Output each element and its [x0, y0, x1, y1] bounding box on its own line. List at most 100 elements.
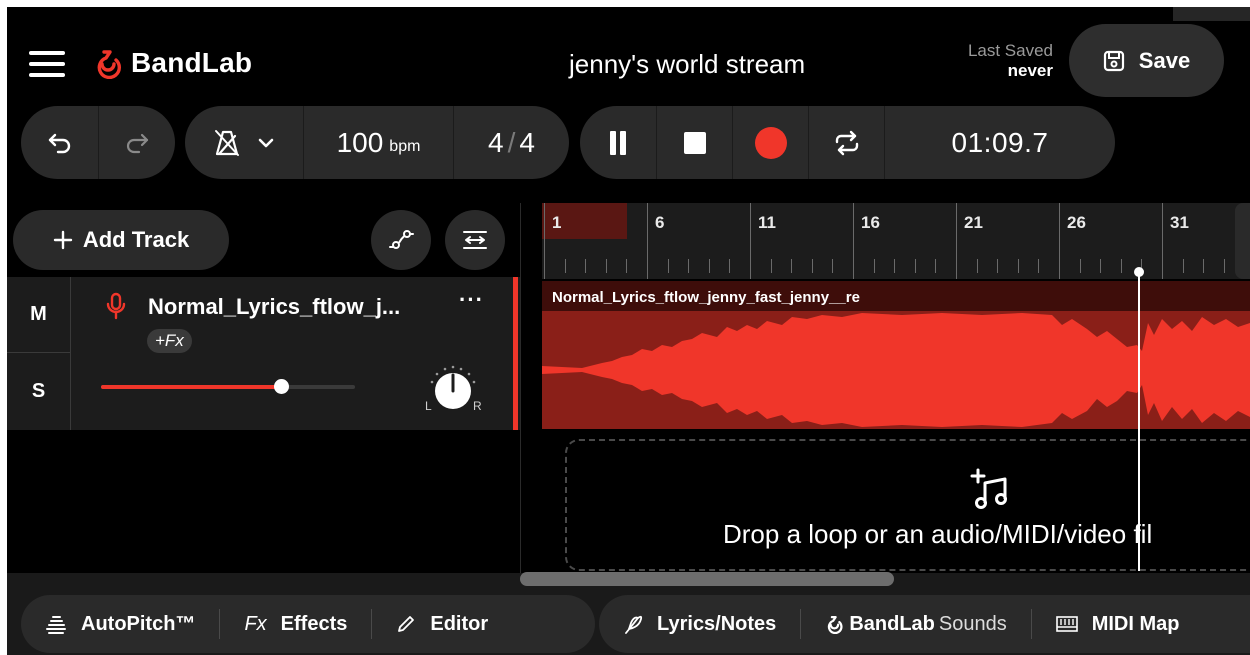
- hamburger-menu-icon[interactable]: [29, 51, 65, 77]
- clip-name: Normal_Lyrics_ftlow_jenny_fast_jenny__re: [552, 289, 860, 306]
- microphone-icon: [106, 292, 126, 320]
- record-button[interactable]: [732, 106, 808, 179]
- time-display: 01:09.7: [884, 106, 1115, 179]
- automation-button[interactable]: [371, 210, 431, 270]
- fit-width-icon: [463, 231, 487, 249]
- record-icon: [754, 126, 787, 159]
- brand-name: BandLab: [131, 47, 253, 78]
- automation-icon: [389, 230, 414, 249]
- effects-button[interactable]: Fx Effects: [220, 613, 371, 636]
- playhead[interactable]: [1138, 271, 1140, 571]
- pan-left-label: L: [425, 399, 432, 413]
- ruler-tick: [668, 259, 669, 273]
- track-header[interactable]: M S Normal_Lyrics_ftlow_j... ··· +Fx L R: [7, 277, 520, 430]
- save-button[interactable]: Save: [1069, 24, 1224, 97]
- bpm-unit: bpm: [389, 137, 421, 155]
- ruler-bar-number: 11: [758, 213, 776, 232]
- autopitch-button[interactable]: AutoPitch™: [21, 613, 219, 636]
- add-track-label: Add Track: [82, 227, 190, 252]
- ruler-tick: [709, 259, 710, 273]
- editor-label: Editor: [430, 612, 489, 635]
- ruler-tick: [791, 259, 792, 273]
- ruler-tick: [771, 259, 772, 273]
- ruler-scroll-tab[interactable]: [1235, 203, 1250, 279]
- sounds-brand-label: BandLab: [849, 612, 935, 635]
- drop-zone[interactable]: [565, 439, 1250, 571]
- pause-icon: [610, 130, 626, 155]
- tempo-controls: 100 bpm 4 / 4: [185, 106, 569, 179]
- autopitch-label: AutoPitch™: [81, 612, 196, 635]
- track-more-button[interactable]: ···: [459, 287, 484, 313]
- solo-button[interactable]: S: [7, 353, 71, 430]
- editor-button[interactable]: Editor: [372, 613, 512, 636]
- ruler-tick: [750, 259, 751, 273]
- add-music-note-icon: [970, 468, 1007, 509]
- ruler-bar-number: 21: [964, 213, 983, 232]
- timeline-ruler[interactable]: 1 6 11 16 21 26 31: [542, 203, 1250, 279]
- chevron-down-icon[interactable]: [258, 138, 274, 148]
- top-strip: [1173, 7, 1250, 21]
- plus-icon: [53, 230, 73, 250]
- redo-button[interactable]: [98, 106, 175, 179]
- ruler-tick: [997, 259, 998, 273]
- ruler-tick: [1100, 259, 1101, 273]
- pan-knob[interactable]: L R: [425, 365, 482, 417]
- bandlab-sounds-button[interactable]: BandLab Sounds: [801, 613, 1030, 636]
- ruler-bar-number: 1: [552, 213, 562, 232]
- playback-controls: 01:09.7: [580, 106, 1115, 179]
- fit-tracks-button[interactable]: [445, 210, 505, 270]
- last-saved-label: Last Saved: [967, 41, 1053, 60]
- ts-denominator: 4: [519, 126, 535, 158]
- time-signature[interactable]: 4 / 4: [453, 106, 569, 179]
- ruler-tick: [647, 259, 648, 273]
- project-title[interactable]: jenny's world stream: [569, 49, 805, 80]
- ruler-tick: [1121, 259, 1122, 273]
- ruler-tick: [1162, 259, 1163, 273]
- ruler-tick: [626, 259, 627, 273]
- save-label: Save: [1138, 47, 1191, 73]
- ruler-tick: [1018, 259, 1019, 273]
- horizontal-scrollbar[interactable]: [520, 572, 894, 586]
- volume-slider[interactable]: [101, 379, 355, 394]
- edit-tools-group: AutoPitch™ Fx Effects Editor: [21, 595, 595, 653]
- add-track-button[interactable]: Add Track: [13, 210, 229, 270]
- ruler-tick: [1038, 259, 1039, 273]
- pause-button[interactable]: [580, 106, 656, 179]
- ruler-tick: [688, 259, 689, 273]
- effects-label: Effects: [280, 612, 348, 635]
- lyrics-notes-button[interactable]: Lyrics/Notes: [599, 613, 800, 636]
- ruler-tick: [935, 259, 936, 273]
- loop-button[interactable]: [808, 106, 884, 179]
- ruler-tick: [853, 259, 854, 273]
- audio-clip[interactable]: Normal_Lyrics_ftlow_jenny_fast_jenny__re: [542, 281, 1250, 429]
- metronome-icon: [215, 129, 239, 156]
- drop-zone-text: Drop a loop or an audio/MIDI/video fil: [723, 519, 1153, 549]
- history-controls: [21, 106, 175, 179]
- stop-button[interactable]: [656, 106, 732, 179]
- bpm-value: 100: [336, 126, 384, 158]
- waveform: [542, 313, 1250, 427]
- bandlab-logo-icon: [828, 616, 843, 634]
- track-name[interactable]: Normal_Lyrics_ftlow_j...: [148, 294, 400, 320]
- ts-numerator: 4: [488, 126, 504, 158]
- mute-button[interactable]: M: [7, 277, 71, 353]
- midi-map-button[interactable]: MIDI Map: [1032, 613, 1204, 636]
- save-icon: [1103, 50, 1124, 71]
- daw-app: BandLab jenny's world stream Last Saved …: [7, 7, 1250, 655]
- clip-header: Normal_Lyrics_ftlow_jenny_fast_jenny__re: [542, 281, 1250, 311]
- metronome-button[interactable]: [185, 106, 303, 179]
- ruler-tick: [874, 259, 875, 273]
- ruler-tick: [1183, 259, 1184, 273]
- ruler-tick: [894, 259, 895, 273]
- undo-button[interactable]: [21, 106, 98, 179]
- playhead-handle[interactable]: [1134, 267, 1144, 277]
- pencil-icon: [398, 616, 415, 632]
- lyrics-notes-label: Lyrics/Notes: [657, 612, 777, 635]
- bandlab-logo[interactable]: BandLab: [93, 47, 252, 79]
- tempo-bpm[interactable]: 100 bpm: [303, 106, 453, 179]
- add-fx-button[interactable]: +Fx: [147, 329, 192, 353]
- ruler-bar-number: 31: [1170, 213, 1189, 232]
- volume-handle[interactable]: [274, 379, 290, 394]
- autopitch-icon: [46, 616, 66, 634]
- loop-icon: [835, 130, 858, 155]
